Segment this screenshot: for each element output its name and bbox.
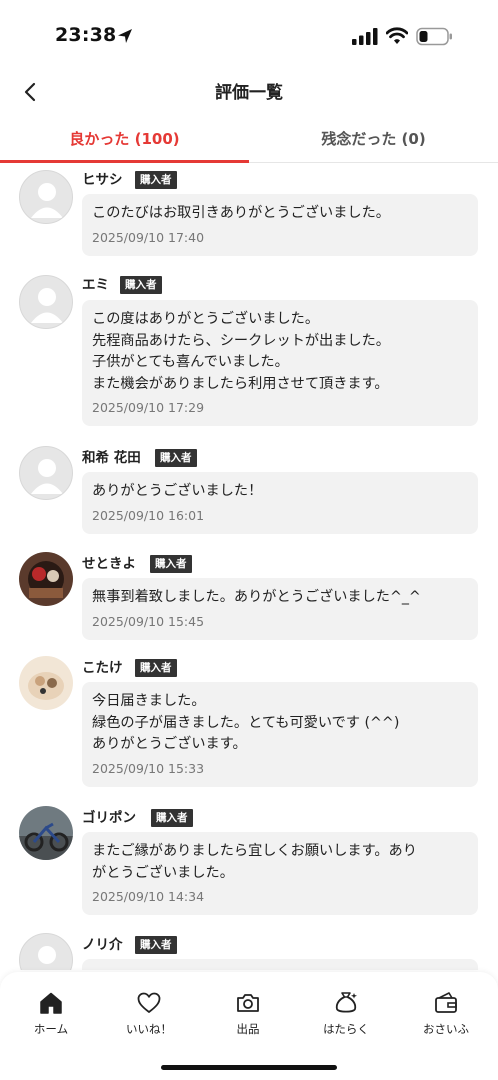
nav-work[interactable]: はたらく [306,990,386,1037]
default-avatar-icon[interactable] [19,933,73,970]
navigation-bar: 評価一覧 [0,70,498,114]
default-avatar-icon[interactable] [19,170,73,224]
nav-work-label: はたらく [323,1022,369,1036]
heart-icon [137,992,161,1013]
nav-wallet[interactable]: おさいふ [406,990,486,1037]
review-date: 2025/09/10 14:34 [92,889,205,905]
comment-bubble: またご縁がありましたら宜しくお願いします。あり がとうございました。 2025/… [82,832,478,916]
default-avatar-icon[interactable] [19,275,73,329]
status-time: 23:38 [55,24,117,46]
reviewer-name[interactable]: 和希 花田 [82,449,141,467]
comment-bubble: 無事到着致しました。ありがとうございました^_^ 2025/09/10 15:4… [82,578,478,640]
comment-bubble: 今日届きました。 緑色の子が届きました。とても可愛いです (^^) ありがとうご… [82,682,478,787]
buyer-badge: 購入者 [151,809,193,827]
comment-text: この度はありがとうございました。 [92,311,320,327]
reviewer-name[interactable]: ノリ介 [82,936,123,954]
nav-home-label: ホーム [33,1022,69,1036]
nav-likes[interactable]: いいね！ [109,990,189,1037]
buyer-badge: 購入者 [135,659,177,677]
nav-sell-label: 出品 [236,1022,260,1036]
comment-bubble [82,959,478,970]
comment-text: このたびはお取引きありがとうございました。 [92,205,390,221]
comment-bubble: このたびはお取引きありがとうございました。 2025/09/10 17:40 [82,194,478,256]
money-bag-icon [335,992,357,1013]
review-date: 2025/09/10 17:29 [92,400,205,416]
review-list[interactable]: ヒサシ 購入者 このたびはお取引きありがとうございました。 2025/09/10… [0,163,498,970]
photo-avatar[interactable] [19,806,73,860]
buyer-badge: 購入者 [155,449,197,467]
location-arrow-icon [118,29,132,43]
review-date: 2025/09/10 15:45 [92,613,205,629]
status-bar: 23:38 [0,0,498,70]
tab-good-ratings[interactable]: 良かった (100) [0,114,249,162]
nav-likes-label: いいね！ [126,1022,172,1036]
comment-text: また機会がありましたら利用させて頂きます。 [92,375,389,392]
comment-text: 先程商品あけたら、シークレットが出ました。 [92,332,390,349]
review-date: 2025/09/10 17:40 [92,229,205,245]
photo-avatar-icon [19,806,73,860]
comment-bubble: この度はありがとうございました。 先程商品あけたら、シークレットが出ました。 子… [82,300,478,427]
wallet-icon [435,992,457,1013]
bottom-tab-bar: ホーム いいね！ 出品 はたらく おさいふ [0,972,498,1080]
review-date: 2025/09/10 15:33 [92,760,205,776]
photo-avatar[interactable] [19,656,73,710]
nav-sell[interactable]: 出品 [208,990,288,1037]
tab-bad-ratings[interactable]: 残念だった (0) [249,114,498,162]
battery-icon [416,27,452,46]
reviewer-name[interactable]: せときよ [82,555,136,573]
reviewer-name[interactable]: ヒサシ [82,171,123,189]
reviewer-name[interactable]: こたけ [82,659,123,677]
reviewer-name[interactable]: エミ [82,276,109,294]
home-indicator [161,1065,337,1070]
buyer-badge: 購入者 [120,276,162,294]
review-date: 2025/09/10 16:01 [92,507,205,523]
reviewer-name[interactable]: ゴリポン [82,809,136,827]
rating-tabs: 良かった (100) 残念だった (0) [0,114,498,163]
comment-text: がとうございました。 [92,864,234,881]
wifi-icon [386,27,408,44]
buyer-badge: 購入者 [135,936,177,954]
page-title: 評価一覧 [215,83,283,103]
comment-bubble: ありがとうございました！ 2025/09/10 16:01 [82,472,478,534]
camera-icon [237,994,259,1012]
buyer-badge: 購入者 [135,171,177,189]
nav-home[interactable]: ホーム [11,990,91,1037]
home-icon [40,992,62,1014]
photo-avatar[interactable] [19,552,73,606]
photo-avatar-icon [19,552,73,606]
comment-text: 緑色の子が届きました。とても可愛いです (^^) [92,714,400,731]
buyer-badge: 購入者 [150,555,192,573]
nav-wallet-label: おさいふ [423,1022,469,1036]
comment-text: ありがとうございました！ [92,483,263,499]
comment-text: 子供がとても喜んでいました。 [92,354,289,371]
comment-text: ありがとうございます。 [92,736,247,753]
cellular-signal-icon [352,28,378,45]
photo-avatar-icon [19,656,73,710]
comment-text: またご縁がありましたら宜しくお願いします。あり [92,843,417,859]
comment-text: 今日届きました。 [92,693,206,709]
default-avatar-icon[interactable] [19,446,73,500]
comment-text: 無事到着致しました。ありがとうございました^_^ [92,589,421,605]
